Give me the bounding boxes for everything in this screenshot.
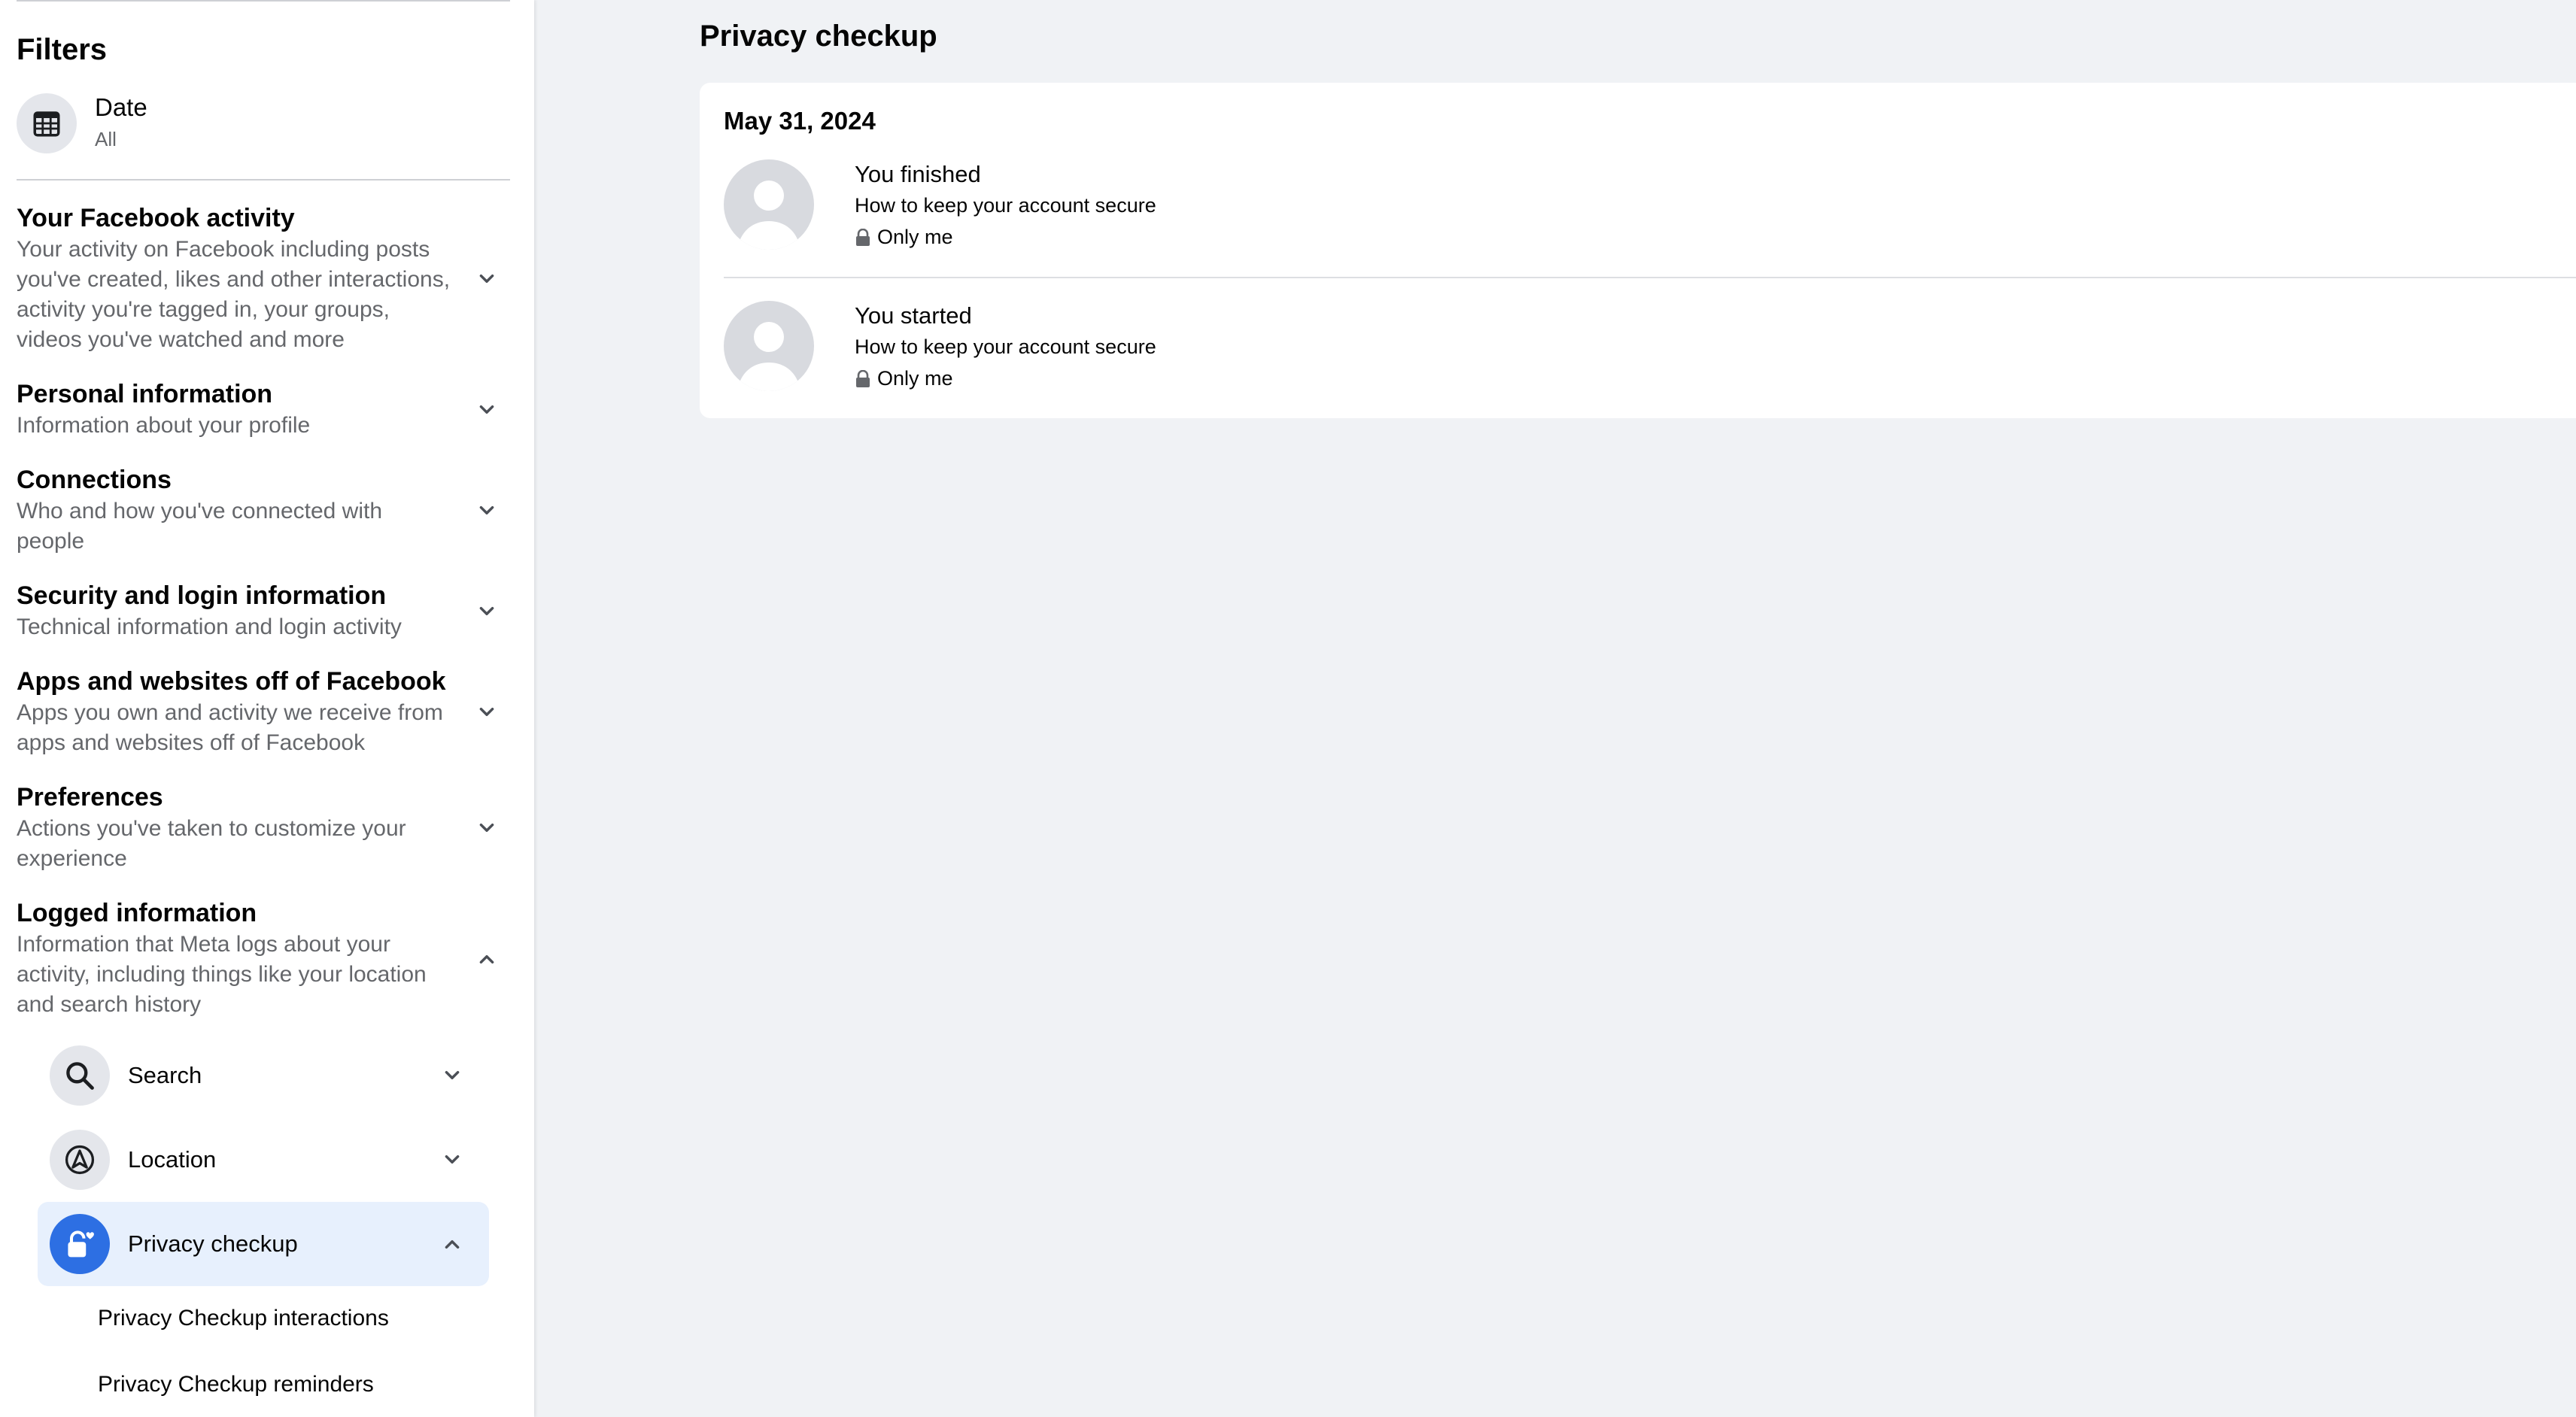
section-your-facebook-activity[interactable]: Your Facebook activity Your activity on … bbox=[17, 202, 510, 355]
chevron-down-icon[interactable] bbox=[477, 702, 497, 722]
entry-subtitle: How to keep your account secure bbox=[855, 335, 1156, 358]
audience-text: Only me bbox=[877, 367, 953, 390]
chevron-down-icon[interactable] bbox=[477, 501, 497, 520]
sidebar-item-location[interactable]: Location bbox=[38, 1118, 489, 1202]
chevron-down-icon bbox=[445, 1070, 460, 1079]
section-description: Technical information and login activity bbox=[17, 614, 402, 639]
lock-icon bbox=[856, 228, 870, 246]
section-preferences[interactable]: Preferences Actions you've taken to cust… bbox=[17, 781, 510, 874]
chevron-up-icon bbox=[445, 1240, 460, 1249]
sidebar-item-label: Search bbox=[128, 1062, 202, 1088]
entry-title: You finished bbox=[855, 161, 981, 187]
sidebar-item-label: Privacy checkup bbox=[128, 1230, 298, 1257]
chevron-down-icon[interactable] bbox=[477, 602, 497, 621]
section-description: Apps you own and activity we receive fro… bbox=[17, 700, 443, 755]
section-description: Your activity on Facebook including post… bbox=[17, 237, 451, 352]
search-icon bbox=[50, 1045, 110, 1106]
audience-text: Only me bbox=[877, 226, 953, 248]
sidebar-subitem-privacy-checkup-reminders[interactable]: Privacy Checkup reminders bbox=[98, 1372, 374, 1397]
sidebar-item-privacy-checkup[interactable]: Privacy checkup bbox=[38, 1202, 489, 1286]
audience-label: Only me bbox=[855, 226, 953, 249]
activity-entry[interactable]: You finished How to keep your account se… bbox=[724, 159, 2576, 280]
chevron-down-icon bbox=[445, 1155, 460, 1164]
activity-card: May 31, 2024 You finished How to keep yo… bbox=[700, 83, 2576, 418]
date-filter-label: Date bbox=[95, 93, 147, 121]
section-apps-and-websites[interactable]: Apps and websites off of Facebook Apps y… bbox=[17, 665, 510, 758]
sidebar-subitem-privacy-checkup-interactions[interactable]: Privacy Checkup interactions bbox=[98, 1306, 389, 1331]
section-title: Connections bbox=[17, 466, 172, 494]
avatar bbox=[724, 301, 814, 391]
section-connections[interactable]: Connections Who and how you've connected… bbox=[17, 463, 510, 557]
sidebar-item-label: Location bbox=[128, 1146, 217, 1173]
sidebar-item-search[interactable]: Search bbox=[38, 1033, 489, 1118]
section-title: Logged information bbox=[17, 899, 257, 927]
lock-heart-icon bbox=[50, 1214, 110, 1274]
chevron-down-icon[interactable] bbox=[477, 818, 497, 838]
divider bbox=[17, 179, 510, 181]
section-description: Who and how you've connected with people bbox=[17, 499, 383, 554]
chevron-down-icon[interactable] bbox=[477, 400, 497, 420]
section-personal-information[interactable]: Personal information Information about y… bbox=[17, 378, 510, 441]
activity-entry[interactable]: You started How to keep your account sec… bbox=[724, 301, 2576, 421]
section-title: Your Facebook activity bbox=[17, 204, 295, 232]
activity-date: May 31, 2024 bbox=[724, 107, 876, 135]
page-title: Privacy checkup bbox=[700, 20, 937, 53]
section-description: Information that Meta logs about your ac… bbox=[17, 932, 427, 1017]
section-title: Preferences bbox=[17, 783, 163, 812]
sidebar: Filters Date All Your Facebook activity … bbox=[0, 0, 534, 1417]
avatar bbox=[724, 159, 814, 250]
section-title: Personal information bbox=[17, 380, 273, 408]
lock-icon bbox=[856, 369, 870, 387]
date-filter-value: All bbox=[95, 128, 117, 150]
calendar-icon bbox=[17, 93, 77, 153]
entry-subtitle: How to keep your account secure bbox=[855, 194, 1156, 217]
filters-title: Filters bbox=[17, 33, 108, 66]
location-arrow-icon bbox=[50, 1130, 110, 1190]
date-filter[interactable]: Date All bbox=[17, 93, 510, 156]
divider bbox=[724, 277, 2576, 278]
section-description: Actions you've taken to customize your e… bbox=[17, 816, 406, 871]
chevron-up-icon[interactable] bbox=[477, 949, 497, 969]
divider bbox=[17, 0, 510, 2]
section-description: Information about your profile bbox=[17, 413, 311, 438]
section-title: Security and login information bbox=[17, 581, 387, 610]
section-logged-information[interactable]: Logged information Information that Meta… bbox=[17, 897, 510, 1020]
audience-label: Only me bbox=[855, 367, 953, 390]
entry-title: You started bbox=[855, 302, 972, 329]
section-title: Apps and websites off of Facebook bbox=[17, 667, 446, 696]
chevron-down-icon[interactable] bbox=[477, 269, 497, 289]
section-security-and-login[interactable]: Security and login information Technical… bbox=[17, 579, 510, 642]
